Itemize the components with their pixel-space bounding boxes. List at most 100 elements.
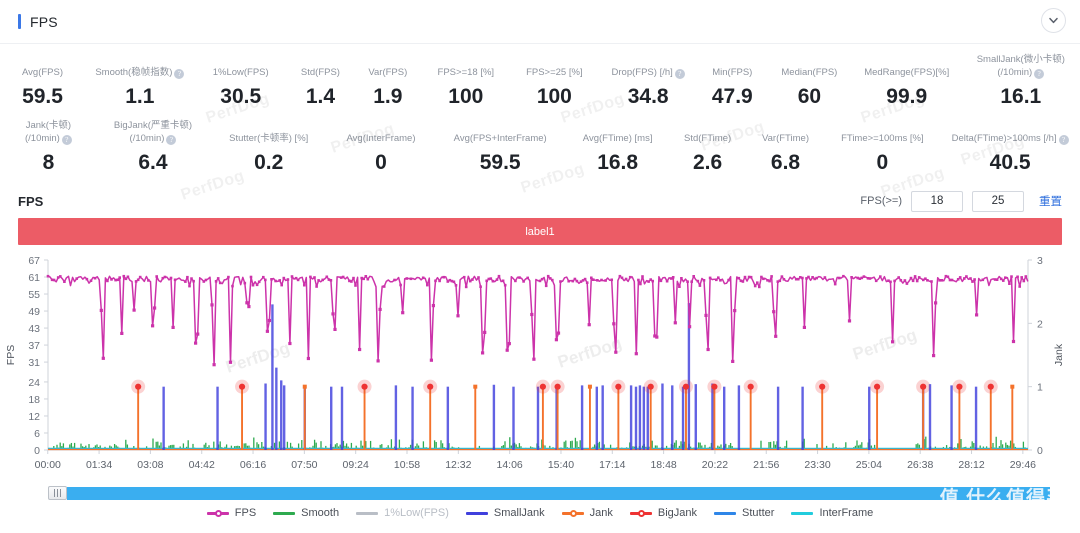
y-tick-label: 49 <box>28 306 40 318</box>
metric-label: Median(FPS) <box>781 67 838 78</box>
metric-cell: Avg(FPS) 59.5 <box>0 53 85 109</box>
help-icon[interactable]: ? <box>674 69 685 79</box>
legend-item-1-low-fps[interactable]: 1%Low(FPS) <box>356 507 449 519</box>
metric-label: Std(FTime) <box>684 133 732 144</box>
fps-plot-svg[interactable]: 0612182431374349556167FPS0123Jank00:00 01… <box>0 250 1080 500</box>
metric-value: 0 <box>375 151 387 174</box>
x-tick-label: 25:04 <box>856 459 882 471</box>
y-tick-label: 67 <box>28 255 40 267</box>
help-icon[interactable]: ? <box>1034 69 1045 79</box>
series-bigjank <box>131 379 998 394</box>
metric-label: Min(FPS) <box>712 67 753 78</box>
metric-label: FPS>=25 [%] <box>526 67 583 78</box>
metric-cell: Smooth(稳帧指数)? 1.1 <box>85 53 195 109</box>
reset-button[interactable]: 重置 <box>1039 193 1062 209</box>
collapse-toggle-button[interactable] <box>1041 8 1066 33</box>
metric-label: Avg(FPS+InterFrame) <box>453 133 547 144</box>
y-tick-label: 31 <box>28 357 40 369</box>
help-icon[interactable]: ? <box>166 135 177 145</box>
x-tick-label: 15:40 <box>548 459 574 471</box>
metric-value: 6.8 <box>770 151 801 174</box>
x-tick-label: 09:24 <box>343 459 369 471</box>
scrollbar-track[interactable] <box>67 486 1050 500</box>
metric-label: Var(FTime) <box>762 133 809 144</box>
metric-label: Drop(FPS) [/h]? <box>612 66 685 79</box>
metric-cell: Jank(卡顿) (/10min)? 8 <box>0 119 97 175</box>
x-tick-label: 14:06 <box>497 459 523 471</box>
label-bar[interactable]: label1 <box>18 218 1062 245</box>
metric-cell: SmallJank(微小卡顿) (/10min)? 16.1 <box>962 53 1080 109</box>
metric-cell: Std(FPS) 1.4 <box>287 53 354 109</box>
legend-item-interframe[interactable]: InterFrame <box>791 507 873 519</box>
metric-label: Var(FPS) <box>368 67 408 78</box>
legend-marker <box>791 508 814 518</box>
drag-grip-icon[interactable] <box>48 486 67 500</box>
legend-item-jank[interactable]: Jank <box>561 507 613 519</box>
legend-item-smalljank[interactable]: SmallJank <box>465 507 545 519</box>
metric-cell: BigJank(严重卡顿) (/10min)? 6.4 <box>97 119 209 175</box>
metric-cell: Var(FTime) 6.8 <box>747 119 825 175</box>
help-icon[interactable]: ? <box>61 135 72 145</box>
y-tick-label: 18 <box>28 394 40 406</box>
fps-threshold-high-input[interactable] <box>972 190 1024 212</box>
legend-label: SmallJank <box>493 507 545 519</box>
legend-label: 1%Low(FPS) <box>384 507 449 519</box>
metric-value: 59.5 <box>479 151 521 174</box>
metric-label: Jank(卡顿) (/10min)? <box>24 120 72 145</box>
metric-value: 30.5 <box>220 85 262 108</box>
metric-value: 0.2 <box>254 151 284 174</box>
help-icon[interactable]: ? <box>1058 135 1069 145</box>
metric-cell: MedRange(FPS)[%] 99.9 <box>852 53 962 109</box>
metric-label: Avg(InterFrame) <box>346 133 416 144</box>
chart-toolbar: FPS FPS(>=) 重置 <box>0 187 1080 215</box>
metric-value: 100 <box>448 85 484 108</box>
legend-item-fps[interactable]: FPS <box>206 507 256 519</box>
legend-item-stutter[interactable]: Stutter <box>714 507 774 519</box>
x-tick-label: 12:32 <box>445 459 471 471</box>
help-icon[interactable]: ? <box>174 69 185 79</box>
metric-value: 0 <box>876 151 889 174</box>
x-tick-label: 26:38 <box>907 459 933 471</box>
legend-item-smooth[interactable]: Smooth <box>273 507 339 519</box>
y-tick-label: 12 <box>28 411 40 423</box>
y2-tick-label: 1 <box>1037 382 1043 394</box>
legend-marker <box>273 508 296 518</box>
timeline-scrollbar[interactable] <box>48 486 1050 500</box>
watermark-text: PerfDog <box>555 333 624 372</box>
metric-cell: FPS>=25 [%] 100 <box>510 53 599 109</box>
x-tick-label: 07:50 <box>291 459 317 471</box>
x-tick-label: 23:30 <box>804 459 830 471</box>
legend-item-bigjank[interactable]: BigJank <box>629 507 697 519</box>
legend-marker <box>356 508 379 518</box>
y-tick-label: 37 <box>28 340 40 352</box>
x-tick-label: 00:00 <box>35 459 61 471</box>
page-title: FPS <box>30 13 58 30</box>
watermark-text: PerfDog <box>223 338 292 377</box>
legend-label: Stutter <box>742 507 775 519</box>
plot-area[interactable]: 0 6 12 18 24 31 37 43 49 55 61 67 FPS 0 1 2 3 Jank 00:00 01… <box>0 250 1080 500</box>
series-smalljank <box>162 303 978 450</box>
legend-label: Jank <box>589 507 613 519</box>
y-axis-title: FPS <box>5 345 17 365</box>
x-tick-label: 21:56 <box>753 459 779 471</box>
metric-cell: Drop(FPS) [/h]? 34.8 <box>599 53 698 109</box>
metric-cell: Delta(FTime)>100ms [/h]? 40.5 <box>940 119 1080 175</box>
metrics-row-1: Avg(FPS) 59.5 Smooth(稳帧指数)? 1.1 1%Low(FPS) 30… <box>0 53 1080 109</box>
metric-cell: Avg(FPS+InterFrame) 59.5 <box>434 119 567 175</box>
x-tick-label: 06:16 <box>240 459 266 471</box>
x-tick-label: 01:34 <box>86 459 112 471</box>
metric-label: Smooth(稳帧指数)? <box>95 66 185 79</box>
fps-threshold-low-input[interactable] <box>911 190 963 212</box>
fps-chart-block: FPS FPS(>=) 重置 label1 061218243137434955… <box>0 187 1080 524</box>
metric-value: 60 <box>797 85 822 108</box>
legend-marker <box>714 508 737 518</box>
chevron-down-icon <box>1048 15 1059 26</box>
x-tick-label: 10:58 <box>394 459 420 471</box>
metric-value: 34.8 <box>627 85 669 108</box>
metric-cell: Avg(FTime) [ms] 16.8 <box>567 119 669 175</box>
metric-value: 1.4 <box>305 85 336 108</box>
x-tick-label: 17:14 <box>599 459 625 471</box>
metric-value: 40.5 <box>989 151 1031 174</box>
metrics-row-2: Jank(卡顿) (/10min)? 8 BigJank(严重卡顿) (/10min)?… <box>0 119 1080 175</box>
y2-axis-title: Jank <box>1053 343 1065 366</box>
